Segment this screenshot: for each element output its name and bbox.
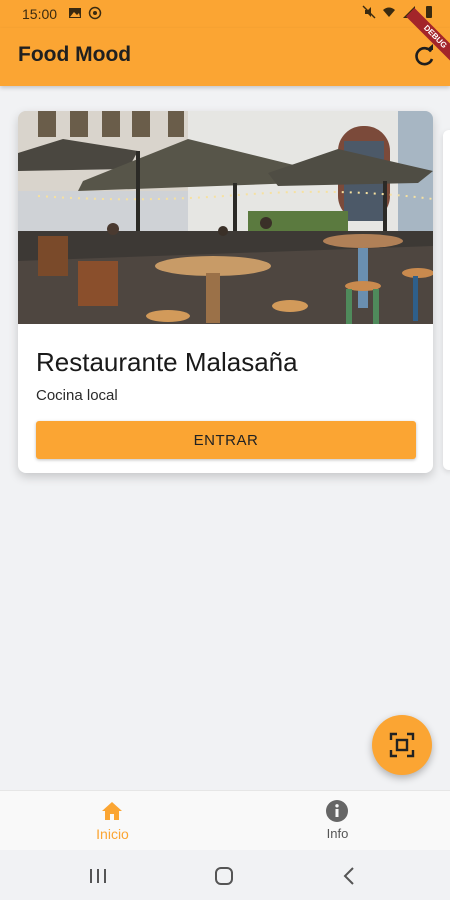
restaurant-card[interactable]: Restaurante Malasaña Cocina local ENTRAR <box>18 111 433 473</box>
app-bar: Food Mood DEBUG <box>0 8 450 86</box>
wifi-icon <box>383 7 395 17</box>
status-time: 15:00 <box>22 6 58 22</box>
restaurant-name: Restaurante Malasaña <box>36 347 298 377</box>
whatsapp-icon <box>88 6 102 20</box>
home-button-icon[interactable] <box>212 865 236 887</box>
info-icon <box>326 800 348 822</box>
refresh-icon[interactable] <box>410 42 438 70</box>
nav-item-info[interactable]: Info <box>225 791 450 851</box>
image-icon <box>69 8 81 18</box>
restaurant-image <box>18 111 433 324</box>
back-icon[interactable] <box>338 865 362 887</box>
system-nav-bar <box>0 850 450 900</box>
nav-label-inicio: Inicio <box>96 826 129 842</box>
nav-item-inicio[interactable]: Inicio <box>0 791 225 851</box>
bottom-nav: Inicio Info <box>0 790 450 851</box>
mute-icon <box>362 5 376 19</box>
home-icon <box>102 802 122 820</box>
scan-fab-button[interactable] <box>372 715 432 775</box>
status-bar: 15:00 <box>0 0 450 28</box>
enter-button[interactable]: ENTRAR <box>36 421 416 459</box>
next-card-peek <box>443 130 450 470</box>
restaurant-cuisine: Cocina local <box>36 387 118 404</box>
scan-icon <box>389 732 415 758</box>
nav-label-info: Info <box>326 826 349 841</box>
recents-icon[interactable] <box>86 865 110 887</box>
app-title: Food Mood <box>18 43 132 66</box>
